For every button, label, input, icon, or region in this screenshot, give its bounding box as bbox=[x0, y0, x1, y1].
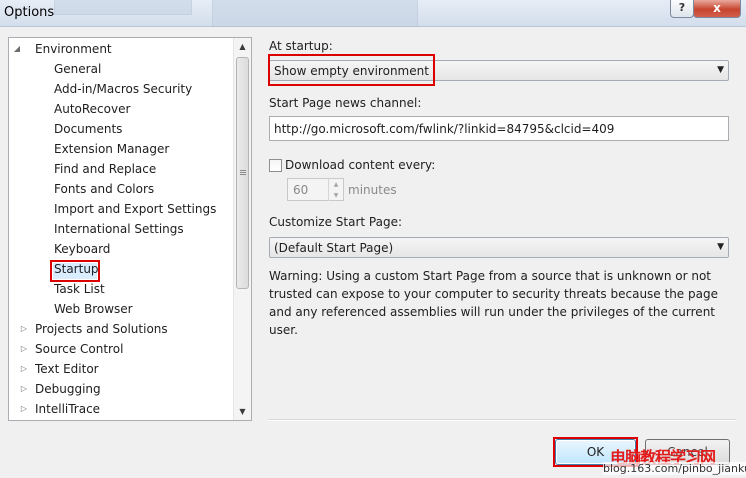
collapsed-arrow-icon[interactable]: ▷ bbox=[19, 359, 29, 379]
tree-item-label: Task List bbox=[54, 282, 105, 296]
download-content-label[interactable]: Download content every: bbox=[285, 158, 435, 172]
news-channel-input[interactable]: http://go.microsoft.com/fwlink/?linkid=8… bbox=[269, 116, 729, 141]
tree-item-label: Web Browser bbox=[54, 302, 133, 316]
tree-node-label: Debugging bbox=[35, 382, 101, 396]
scroll-down-arrow-icon[interactable]: ▼ bbox=[234, 403, 251, 420]
background-window-fragment bbox=[212, 0, 418, 27]
spin-down-arrow-icon[interactable]: ▼ bbox=[328, 190, 343, 201]
tree-node-label: Projects and Solutions bbox=[35, 322, 168, 336]
tree-item-label: AutoRecover bbox=[54, 102, 131, 116]
at-startup-value: Show empty environment bbox=[274, 64, 429, 78]
divider bbox=[269, 419, 736, 421]
download-content-checkbox[interactable] bbox=[269, 159, 282, 172]
tree-node-label: Source Control bbox=[35, 342, 124, 356]
tree-item-label: General bbox=[54, 62, 102, 76]
help-button[interactable]: ? bbox=[670, 0, 694, 18]
tree-item-label: Find and Replace bbox=[54, 162, 157, 176]
minutes-value: 60 bbox=[293, 183, 309, 197]
options-tree[interactable]: ◢ Environment General Add-in/Macros Secu… bbox=[8, 37, 252, 421]
customize-start-page-dropdown[interactable]: (Default Start Page) ▼ bbox=[269, 237, 729, 258]
security-warning-text: Warning: Using a custom Start Page from … bbox=[269, 269, 718, 337]
dropdown-arrow-icon: ▼ bbox=[717, 242, 724, 252]
news-channel-value: http://go.microsoft.com/fwlink/?linkid=8… bbox=[274, 122, 615, 136]
background-window-fragment bbox=[54, 0, 192, 15]
tree-node-label: IntelliTrace bbox=[35, 402, 101, 416]
collapsed-arrow-icon[interactable]: ▷ bbox=[19, 319, 29, 339]
expanded-arrow-icon[interactable]: ◢ bbox=[12, 39, 22, 59]
collapsed-arrow-icon[interactable]: ▷ bbox=[19, 379, 29, 399]
window-title: Options bbox=[4, 5, 55, 20]
spin-up-arrow-icon[interactable]: ▲ bbox=[328, 179, 343, 190]
title-bar: Options ? x bbox=[0, 0, 746, 27]
tree-item-label: Import and Export Settings bbox=[54, 202, 217, 216]
tree-node-label: Text Editor bbox=[35, 362, 99, 376]
tree-item-label: Add-in/Macros Security bbox=[54, 82, 193, 96]
customize-start-page-label: Customize Start Page: bbox=[269, 215, 403, 229]
scroll-up-arrow-icon[interactable]: ▲ bbox=[234, 38, 251, 55]
minutes-spinner[interactable]: 60 ▲ ▼ bbox=[287, 178, 344, 201]
at-startup-label: At startup: bbox=[269, 39, 333, 53]
tree-node-label: Environment bbox=[35, 42, 112, 56]
dropdown-arrow-icon: ▼ bbox=[717, 65, 724, 75]
scroll-thumb[interactable] bbox=[236, 57, 249, 289]
collapsed-arrow-icon[interactable]: ▷ bbox=[19, 399, 29, 419]
tree-item-label: Extension Manager bbox=[54, 142, 170, 156]
at-startup-dropdown[interactable]: Show empty environment ▼ bbox=[269, 60, 729, 81]
watermark-url: blog.163.com/pinbo_jiankun bbox=[603, 462, 746, 475]
news-channel-label: Start Page news channel: bbox=[269, 96, 422, 110]
customize-start-page-value: (Default Start Page) bbox=[274, 241, 394, 255]
minutes-label: minutes bbox=[348, 183, 397, 197]
tree-item-label: Documents bbox=[54, 122, 123, 136]
collapsed-arrow-icon[interactable]: ▷ bbox=[19, 339, 29, 359]
close-button[interactable]: x bbox=[693, 0, 741, 18]
tree-item-label: International Settings bbox=[54, 222, 184, 236]
tree-item-label: Keyboard bbox=[54, 242, 111, 256]
tree-item-label: Startup bbox=[54, 262, 99, 276]
tree-scrollbar[interactable]: ▲ ▼ bbox=[233, 38, 251, 420]
tree-item-label: Fonts and Colors bbox=[54, 182, 155, 196]
